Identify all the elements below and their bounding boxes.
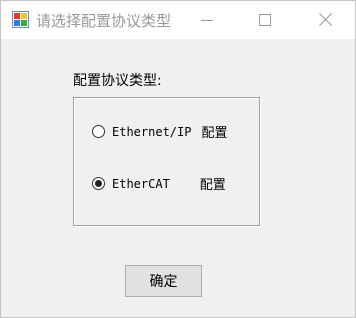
window-title: 请选择配置协议类型 xyxy=(36,12,172,30)
radio-button-icon[interactable] xyxy=(92,125,105,138)
radio-ethernet-ip-suffix: 配置 xyxy=(201,126,228,141)
radio-ethernet-ip-label: Ethernet/IP xyxy=(112,124,192,139)
radio-ethercat[interactable]: EtherCAT 配置 xyxy=(92,174,226,193)
protocol-group-label: 配置协议类型: xyxy=(73,73,162,89)
minimize-icon xyxy=(201,11,213,30)
minimize-button[interactable] xyxy=(185,1,229,39)
radio-ethernet-ip[interactable]: Ethernet/IP 配置 xyxy=(92,122,228,141)
dialog-window: 请选择配置协议类型 配置协议类型: Ethernet/IP 配置 EtherCA… xyxy=(0,0,356,318)
close-button[interactable] xyxy=(303,1,347,39)
maximize-icon xyxy=(259,11,271,30)
radio-ethercat-suffix: 配置 xyxy=(199,178,226,193)
close-icon xyxy=(318,11,332,30)
title-bar[interactable]: 请选择配置协议类型 xyxy=(1,1,355,39)
radio-ethercat-label: EtherCAT xyxy=(112,176,170,191)
radio-button-icon[interactable] xyxy=(92,177,105,190)
ok-button[interactable]: 确定 xyxy=(125,265,202,297)
maximize-button[interactable] xyxy=(243,1,287,39)
protocol-group-box: Ethernet/IP 配置 EtherCAT 配置 xyxy=(73,97,260,226)
app-icon xyxy=(12,11,29,28)
